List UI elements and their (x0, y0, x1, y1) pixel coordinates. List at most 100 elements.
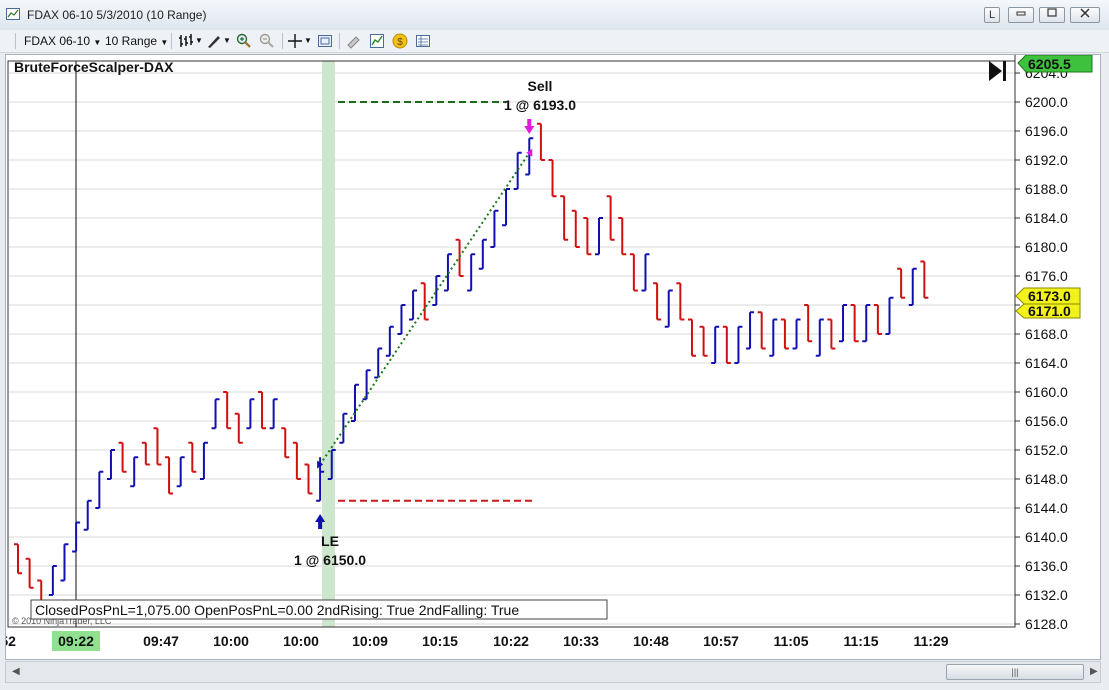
price-bar (583, 217, 592, 256)
scroll-left-icon[interactable]: ◀ (12, 666, 20, 677)
x-tick-label: 10:15 (422, 633, 458, 649)
chevron-down-icon[interactable]: ▼ (304, 32, 312, 50)
maximize-button[interactable] (1039, 7, 1065, 23)
price-bar (548, 159, 557, 198)
y-tick-label: 6148.0 (1025, 471, 1068, 487)
price-bar (850, 304, 859, 343)
y-tick-label: 6128.0 (1025, 616, 1068, 632)
price-bar (176, 456, 185, 488)
current-price-marker: 6205.5 (1017, 54, 1093, 73)
interval-selector[interactable]: 10 Range ▼ (105, 32, 168, 50)
scroll-to-end-icon[interactable] (989, 61, 1006, 81)
price-bar (629, 253, 638, 292)
sell-arrow-icon (524, 119, 535, 134)
sell-label: Sell (528, 78, 553, 94)
price-bar (397, 304, 406, 335)
price-tag-lower-text: 6171.0 (1028, 303, 1071, 319)
close-button[interactable] (1070, 7, 1100, 23)
price-bar (536, 122, 545, 161)
link-button[interactable]: L (984, 7, 1000, 23)
price-bar (571, 209, 580, 248)
price-bar (502, 188, 511, 227)
instrument-selector[interactable]: FDAX 06-10 ▼ (24, 32, 101, 50)
maximize-icon (1047, 8, 1057, 17)
scroll-right-icon[interactable]: ▶ (1090, 666, 1098, 677)
drawing-tool-icon[interactable] (206, 33, 222, 49)
price-bar (664, 289, 673, 328)
x-tick-label: 10:57 (703, 633, 739, 649)
price-bar (362, 369, 371, 401)
interval-label: 10 Range (105, 34, 158, 48)
sell-fill-label: 1 @ 6193.0 (504, 97, 576, 113)
y-tick-label: 6192.0 (1025, 152, 1068, 168)
x-tick-label: 10:00 (213, 633, 249, 649)
price-bar (188, 441, 197, 473)
x-tick-label: 11:15 (843, 633, 878, 649)
data-box-icon[interactable] (317, 33, 333, 49)
indicators-icon[interactable] (369, 33, 385, 49)
y-tick-label: 6136.0 (1025, 558, 1068, 574)
y-tick-label: 6200.0 (1025, 94, 1068, 110)
y-tick-label: 6176.0 (1025, 268, 1068, 284)
price-bar (339, 412, 348, 444)
strategies-icon[interactable]: $ (392, 33, 408, 49)
chevron-down-icon[interactable]: ▼ (195, 32, 203, 50)
price-bar (165, 456, 174, 495)
zoom-out-icon[interactable] (259, 33, 275, 49)
toolbar-separator (339, 33, 340, 49)
price-bar (153, 427, 162, 466)
price-chart[interactable]: 6128.0 6132.0 6136.0 6140.0 6144.0 6148.0 6152… (0, 54, 1100, 659)
scrollbar-thumb[interactable]: ||| (946, 664, 1084, 680)
x-tick-label: 10:33 (563, 633, 599, 649)
price-bar (281, 427, 290, 459)
minimize-button[interactable] (1008, 7, 1034, 23)
entry-label: LE (321, 533, 339, 549)
chart-panel[interactable]: 6128.0 6132.0 6136.0 6140.0 6144.0 6148.0 6152… (0, 54, 1101, 660)
price-bar (269, 398, 278, 430)
price-bar (687, 318, 696, 357)
price-bar (246, 398, 255, 430)
y-tick-label: 6144.0 (1025, 500, 1068, 516)
instrument-label: FDAX 06-10 (24, 34, 91, 48)
price-bar (676, 282, 685, 321)
price-bar (350, 383, 359, 422)
price-bar (641, 253, 650, 292)
price-bar (699, 325, 708, 357)
crosshair-icon[interactable] (287, 33, 303, 49)
price-bar (734, 325, 743, 364)
properties-icon[interactable] (346, 33, 362, 49)
x-tick-label: 10:48 (633, 633, 669, 649)
y-tick-label: 6152.0 (1025, 442, 1068, 458)
price-bar (618, 217, 627, 256)
price-tag-upper-text: 6173.0 (1028, 288, 1071, 304)
zoom-in-icon[interactable] (236, 33, 252, 49)
price-bar (513, 151, 522, 190)
price-bar (48, 565, 57, 596)
time-axis: 08:52 09:22 09:47 10:00 10:00 10:09 10:15 10:22… (0, 631, 949, 651)
window-titlebar: FDAX 06-10 5/3/2010 (10 Range) L (0, 0, 1109, 31)
minimize-icon (1016, 11, 1026, 16)
price-bar (95, 470, 104, 509)
horizontal-scrollbar[interactable]: ◀ ||| ▶ (5, 661, 1101, 683)
price-bar (722, 325, 731, 364)
price-bar (839, 304, 848, 343)
price-bar (862, 304, 871, 343)
price-bar (14, 543, 22, 575)
x-tick-label: 10:09 (352, 633, 388, 649)
chevron-down-icon: ▼ (160, 38, 169, 47)
price-bar (223, 391, 232, 430)
price-bar (141, 441, 150, 466)
chevron-down-icon[interactable]: ▼ (223, 32, 231, 50)
price-bar (292, 441, 301, 480)
grid-lines (9, 72, 1015, 625)
x-tick-label: 10:00 (283, 633, 319, 649)
data-series-icon[interactable] (415, 33, 431, 49)
bar-style-icon[interactable] (178, 33, 194, 49)
price-bar (432, 275, 441, 306)
price-bar (106, 449, 115, 480)
price-bar (455, 238, 464, 277)
price-bar (746, 311, 755, 350)
price-bar (385, 325, 394, 357)
y-tick-label: 6180.0 (1025, 239, 1068, 255)
y-tick-label: 6168.0 (1025, 326, 1068, 342)
